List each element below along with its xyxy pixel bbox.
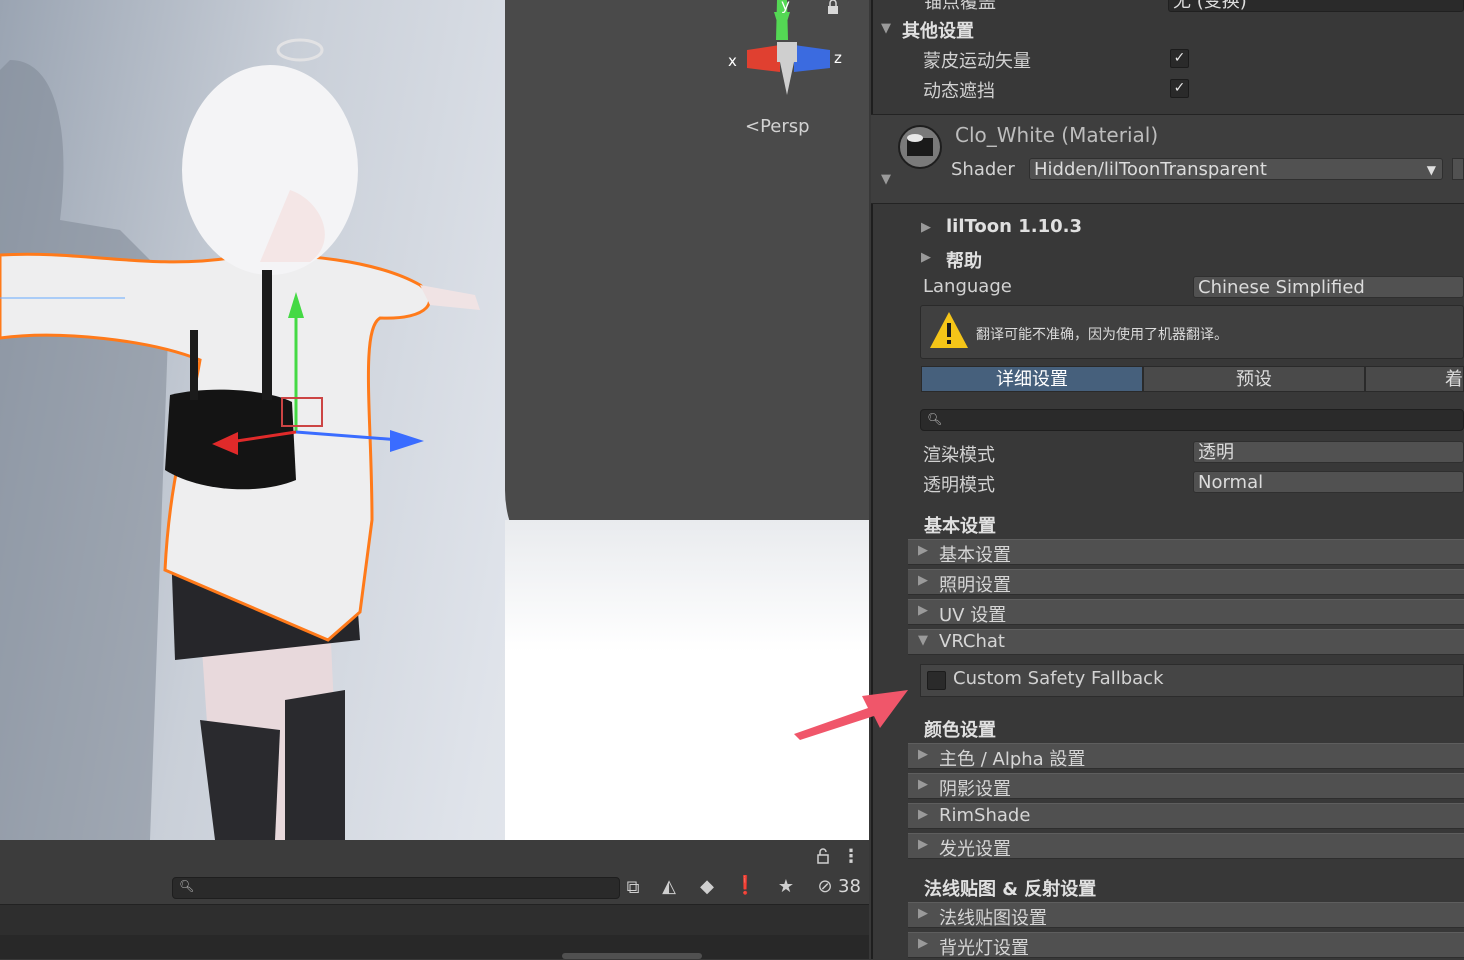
section-label: 主色 / Alpha 設置 — [939, 749, 1086, 770]
lock-icon[interactable] — [826, 0, 840, 14]
foldout-arrow-icon: ▶ — [918, 573, 928, 588]
project-search-input[interactable]: 🔍︎ — [172, 877, 620, 899]
render-mode-dropdown[interactable]: 透明 — [1193, 441, 1464, 463]
log-type-icon[interactable]: ❗ — [734, 875, 756, 897]
custom-safety-fallback-label: Custom Safety Fallback — [953, 668, 1164, 689]
skinned-motion-vectors-checkbox[interactable]: ✓ — [1170, 49, 1189, 68]
foldout-arrow-icon: ▶ — [918, 807, 928, 822]
other-settings-title[interactable]: 其他设置 — [902, 17, 974, 43]
section-uv-settings[interactable]: ▶ UV 设置 — [908, 599, 1464, 626]
divider — [871, 203, 1464, 204]
persp-toggle[interactable]: <Persp — [745, 116, 810, 137]
section-rimshade[interactable]: ▶ RimShade — [908, 803, 1464, 829]
other-settings-foldout-icon[interactable]: ▼ — [881, 21, 891, 36]
language-dropdown[interactable]: Chinese Simplified — [1193, 276, 1464, 298]
normal-reflection-heading: 法线贴图 & 反射设置 — [924, 879, 1097, 900]
dynamic-occlusion-checkbox[interactable]: ✓ — [1170, 79, 1189, 98]
section-label: 基本设置 — [939, 545, 1011, 566]
search-by-type-icon[interactable]: ⧉ — [622, 877, 644, 899]
section-label: 阴影设置 — [939, 779, 1011, 800]
foldout-arrow-icon: ▶ — [918, 603, 928, 618]
horizontal-scrollbar[interactable] — [562, 953, 702, 959]
section-backlight-settings[interactable]: ▶ 背光灯设置 — [908, 932, 1464, 959]
gizmo-y-label: y — [781, 0, 790, 14]
section-basic-settings[interactable]: ▶ 基本设置 — [908, 539, 1464, 566]
foldout-arrow-icon: ▶ — [918, 837, 928, 852]
filter-by-type-icon[interactable]: ◭ — [658, 876, 680, 898]
shader-dropdown-value: Hidden/lilToonTransparent — [1034, 159, 1267, 180]
material-sphere-icon — [898, 125, 942, 169]
anchor-override-label: 锚点覆盖 — [924, 0, 996, 13]
liltoon-version[interactable]: lilToon 1.10.3 — [946, 216, 1082, 237]
character-render — [0, 38, 480, 840]
section-label: 背光灯设置 — [939, 938, 1029, 959]
scene-view[interactable]: x y z <Persp — [0, 0, 869, 840]
foldout-arrow-icon: ▶ — [918, 777, 928, 792]
dynamic-occlusion-label: 动态遮挡 — [923, 81, 995, 102]
panel-lock-icon[interactable] — [815, 848, 831, 864]
anchor-override-field[interactable]: 无 (变换) — [1168, 0, 1464, 12]
section-label: 发光设置 — [939, 839, 1011, 860]
skinned-motion-vectors-label: 蒙皮运动矢量 — [923, 51, 1031, 72]
color-settings-heading: 颜色设置 — [924, 720, 996, 741]
foldout-expanded-icon: ▼ — [918, 633, 928, 648]
transparent-mode-label: 透明模式 — [923, 475, 995, 496]
orientation-gizmo[interactable]: x y z — [722, 0, 852, 100]
help-foldout-icon[interactable]: ▶ — [921, 250, 931, 265]
tab-presets[interactable]: 预设 — [1143, 366, 1365, 392]
section-emission-settings[interactable]: ▶ 发光设置 — [908, 833, 1464, 860]
tab-coloring[interactable]: 着色 — [1365, 366, 1464, 392]
gizmo-x-label: x — [728, 52, 737, 70]
foldout-arrow-icon: ▶ — [918, 936, 928, 951]
favorite-star-icon[interactable]: ★ — [775, 876, 797, 898]
tab-coloring-label: 着色 — [1445, 369, 1463, 390]
hidden-count: 38 — [838, 876, 861, 897]
help-foldout[interactable]: 帮助 — [946, 247, 982, 273]
section-label: UV 设置 — [939, 605, 1007, 626]
foldout-arrow-icon: ▶ — [918, 747, 928, 762]
section-normal-map-settings[interactable]: ▶ 法线贴图设置 — [908, 902, 1464, 929]
hidden-eye-icon[interactable]: ⊘ — [814, 876, 836, 898]
shader-dropdown[interactable]: Hidden/lilToonTransparent ▼ — [1029, 158, 1443, 180]
warning-icon — [930, 312, 968, 348]
material-foldout-icon[interactable]: ▼ — [881, 172, 891, 187]
tab-detail-settings[interactable]: 详细设置 — [921, 366, 1143, 392]
gizmo-z-label: z — [834, 49, 842, 67]
annotation-arrow-icon — [794, 690, 908, 740]
foldout-arrow-icon: ▶ — [918, 906, 928, 921]
basic-settings-heading: 基本设置 — [924, 516, 996, 537]
section-label: 照明设置 — [939, 575, 1011, 596]
search-icon: 🔍︎ — [179, 879, 195, 893]
custom-safety-fallback-checkbox[interactable] — [927, 671, 946, 690]
section-label: 法线贴图设置 — [939, 908, 1047, 929]
panel-menu-icon[interactable]: ⋮ — [842, 846, 860, 867]
section-lighting-settings[interactable]: ▶ 照明设置 — [908, 569, 1464, 596]
section-label: RimShade — [939, 805, 1031, 826]
language-label: Language — [923, 276, 1012, 297]
inspector-search-input[interactable]: 🔍︎ — [920, 409, 1464, 431]
section-label: VRChat — [939, 631, 1005, 652]
foldout-arrow-icon: ▶ — [918, 543, 928, 558]
liltoon-foldout-icon[interactable]: ▶ — [921, 220, 931, 235]
search-icon: 🔍︎ — [927, 412, 943, 426]
transparent-mode-dropdown[interactable]: Normal — [1193, 471, 1464, 493]
material-name: Clo_White (Material) — [955, 123, 1159, 147]
filter-by-label-icon[interactable]: ◆ — [696, 876, 718, 898]
project-panel-header — [0, 840, 869, 873]
section-vrchat[interactable]: ▼ VRChat — [908, 629, 1464, 655]
section-main-color-alpha[interactable]: ▶ 主色 / Alpha 設置 — [908, 743, 1464, 770]
render-mode-label: 渲染模式 — [923, 445, 995, 466]
warning-text: 翻译可能不准确，因为使用了机器翻译。 — [976, 327, 1228, 343]
shader-edit-button[interactable] — [1452, 158, 1464, 180]
shader-label: Shader — [951, 159, 1015, 180]
project-list — [0, 905, 869, 935]
chevron-down-icon: ▼ — [1426, 163, 1436, 177]
section-shadow-settings[interactable]: ▶ 阴影设置 — [908, 773, 1464, 800]
